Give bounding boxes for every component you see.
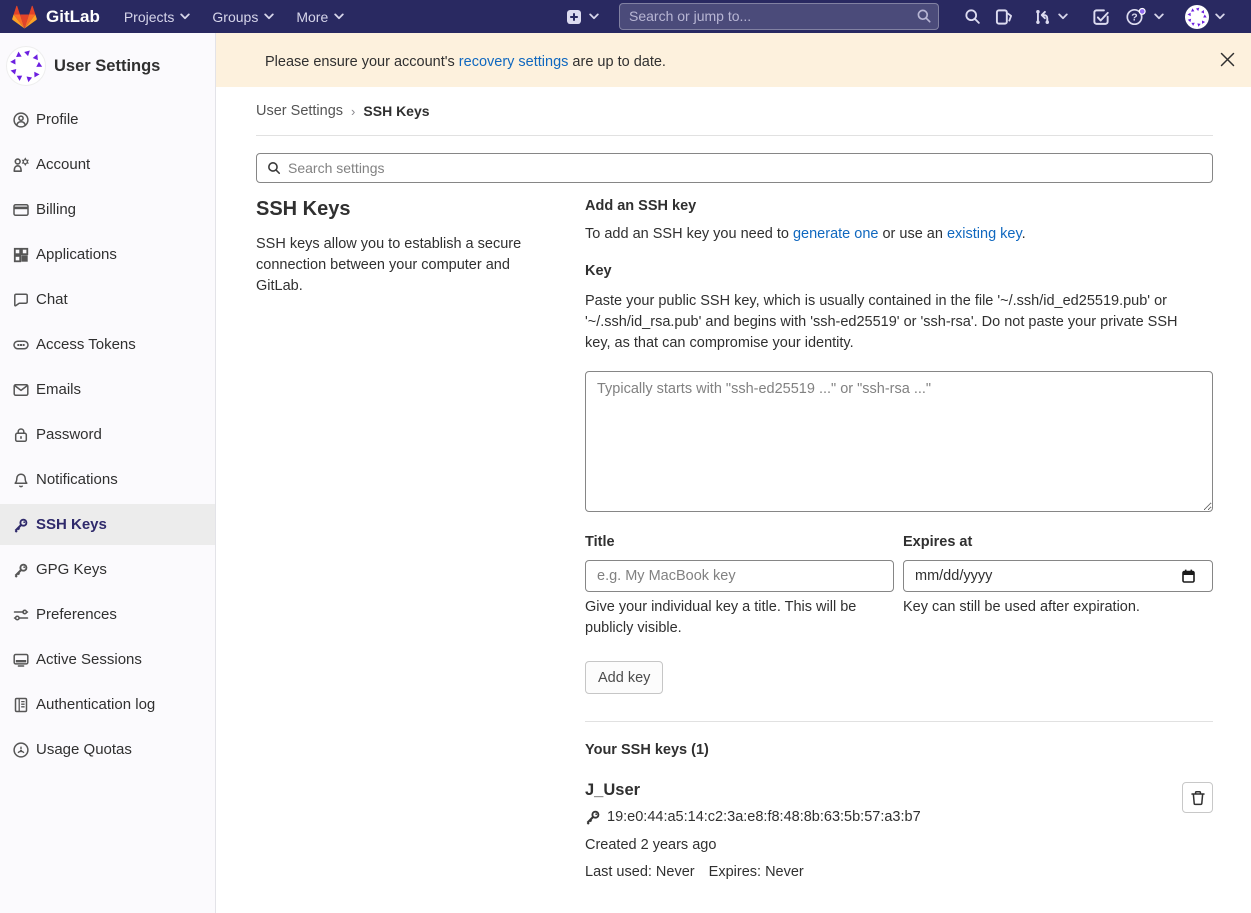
svg-text:?: ? <box>1131 12 1137 24</box>
